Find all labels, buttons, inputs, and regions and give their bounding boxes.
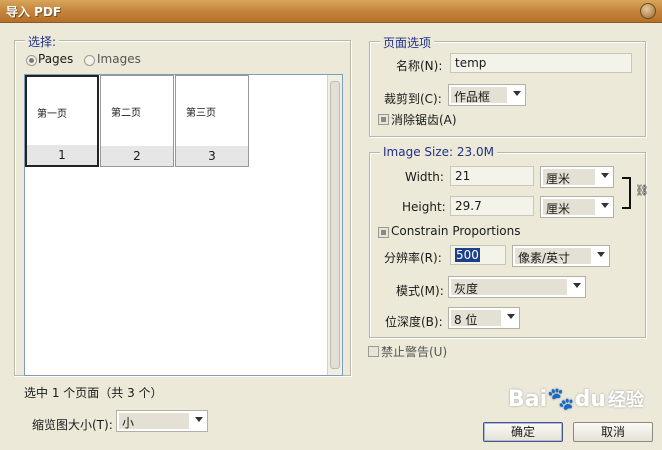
baidu-watermark-logo: Bai🐾du 经验 (508, 387, 644, 412)
resolution-unit-select[interactable]: 像素/英寸 (512, 245, 610, 267)
images-radio[interactable] (84, 55, 95, 66)
thumb-size-label: 缩览图大小(T): (32, 418, 113, 432)
resolution-unit-value: 像素/英寸 (515, 248, 591, 265)
name-field[interactable]: temp (450, 53, 632, 73)
width-label: Width: (405, 170, 444, 184)
selection-status: 选中 1 个页面（共 3 个） (24, 386, 163, 400)
image-size-legend: Image Size: 23.0M (380, 145, 497, 159)
pages-radio[interactable] (26, 55, 37, 66)
constrain-link-bracket (622, 177, 631, 209)
height-unit-value: 厘米 (543, 199, 595, 216)
page-thumbnail[interactable]: 第一页 1 (25, 75, 99, 167)
mode-value: 灰度 (451, 279, 567, 296)
resolution-value: 500 (455, 248, 480, 262)
link-icon[interactable]: ⛓ (635, 184, 649, 197)
close-icon[interactable] (640, 3, 656, 19)
page-options-legend: 页面选项 (380, 34, 435, 51)
height-label: Height: (402, 200, 446, 214)
thumb-size-value: 小 (119, 413, 189, 430)
resolution-field[interactable]: 500 (450, 245, 506, 265)
height-unit-select[interactable]: 厘米 (540, 196, 614, 218)
images-radio-label[interactable]: Images (97, 52, 141, 66)
thumbnail-number: 3 (176, 146, 248, 166)
thumbnail-text: 第二页 (111, 108, 141, 119)
depth-select[interactable]: 8 位 (448, 307, 520, 329)
chevron-down-icon (195, 417, 203, 422)
width-unit-value: 厘米 (543, 169, 595, 186)
thumbnail-number: 2 (101, 146, 173, 166)
cancel-button[interactable]: 取消 (573, 422, 653, 442)
thumbnail-text: 第一页 (37, 109, 67, 120)
mode-select[interactable]: 灰度 (448, 276, 586, 298)
antialias-label[interactable]: 消除锯齿(A) (391, 111, 457, 128)
chevron-down-icon (601, 203, 609, 208)
pages-radio-label[interactable]: Pages (38, 52, 73, 66)
name-label: 名称(N): (396, 59, 443, 73)
thumbnail-number: 1 (27, 145, 97, 165)
constrain-label[interactable]: Constrain Proportions (391, 224, 521, 238)
suppress-warnings-label[interactable]: 禁止警告(U) (381, 343, 447, 360)
width-field[interactable]: 21 (450, 166, 534, 186)
vertical-scrollbar[interactable] (327, 75, 342, 375)
select-legend: 选择: (25, 33, 60, 50)
depth-value: 8 位 (451, 310, 501, 327)
constrain-checkbox[interactable] (378, 227, 389, 238)
window-title: 导入 PDF (6, 5, 62, 19)
paw-icon: 🐾 (547, 387, 575, 412)
thumbnail-text: 第三页 (186, 108, 216, 119)
height-field[interactable]: 29.7 (450, 196, 534, 216)
thumb-size-select[interactable]: 小 (116, 410, 208, 432)
crop-label: 裁剪到(C): (384, 92, 442, 106)
antialias-checkbox[interactable] (378, 114, 389, 125)
page-thumbnail-list[interactable]: 第一页 1 第二页 2 第三页 3 (24, 74, 343, 376)
resolution-label: 分辨率(R): (384, 251, 442, 265)
chevron-down-icon (597, 252, 605, 257)
chevron-down-icon (601, 173, 609, 178)
mode-label: 模式(M): (396, 284, 444, 298)
chevron-down-icon (513, 91, 521, 96)
scrollbar-thumb[interactable] (330, 81, 340, 369)
page-thumbnail[interactable]: 第三页 3 (175, 75, 249, 167)
title-bar[interactable]: 导入 PDF (0, 0, 662, 23)
crop-value: 作品框 (451, 87, 507, 104)
crop-select[interactable]: 作品框 (448, 84, 526, 106)
chevron-down-icon (573, 283, 581, 288)
depth-label: 位深度(B): (385, 315, 443, 329)
page-thumbnail[interactable]: 第二页 2 (100, 75, 174, 167)
chevron-down-icon (507, 314, 515, 319)
suppress-warnings-checkbox[interactable] (368, 346, 379, 357)
ok-button[interactable]: 确定 (483, 422, 563, 442)
width-unit-select[interactable]: 厘米 (540, 166, 614, 188)
